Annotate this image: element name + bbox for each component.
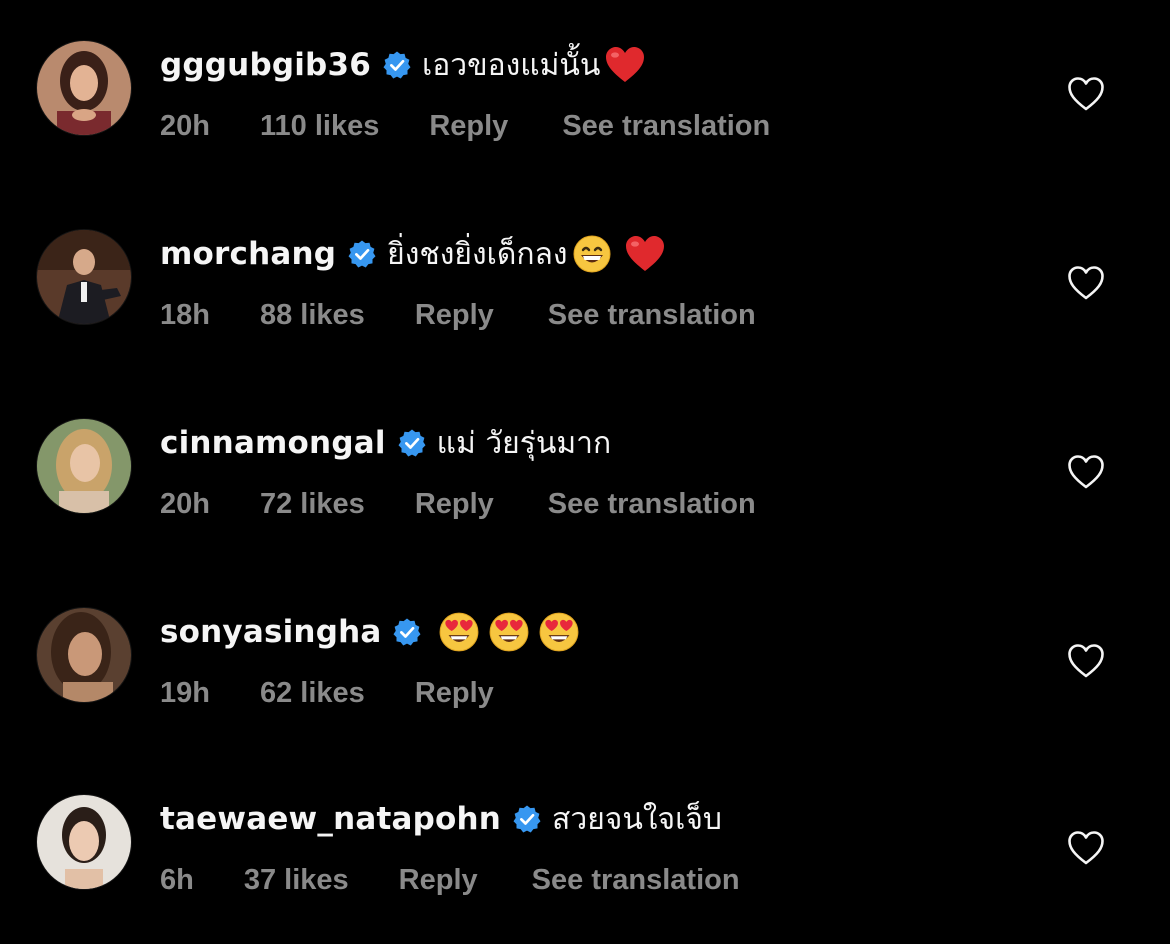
red-heart-emoji-icon — [624, 234, 666, 274]
heart-eyes-face-emoji-icon — [438, 611, 480, 653]
avatar[interactable] — [37, 795, 131, 889]
username[interactable]: cinnamongal — [160, 425, 386, 461]
username[interactable]: gggubgib36 — [160, 47, 371, 83]
comment-item: gggubgib36 เอวของแม่นั้น 20h 110 likes R… — [0, 0, 1170, 150]
comment-time: 6h — [160, 863, 194, 896]
red-heart-emoji-icon — [604, 45, 646, 85]
likes-count[interactable]: 110 likes — [260, 110, 379, 143]
username[interactable]: morchang — [160, 236, 336, 272]
comment-time: 18h — [160, 298, 210, 331]
comment-time: 19h — [160, 676, 210, 709]
verified-badge-icon — [512, 804, 542, 834]
see-translation-button[interactable]: See translation — [532, 864, 740, 897]
grinning-face-emoji-icon — [572, 234, 612, 274]
see-translation-button[interactable]: See translation — [562, 110, 770, 143]
comment-text: สวยจนใจเจ็บ — [552, 801, 722, 837]
reply-button[interactable]: Reply — [415, 299, 494, 332]
comment-text: ยิ่งชงยิ่งเด็กลง — [387, 236, 568, 272]
see-translation-button[interactable]: See translation — [548, 488, 756, 521]
verified-badge-icon — [392, 617, 422, 647]
comment-item: sonyasingha 19h 62 likes Reply — [0, 567, 1170, 717]
avatar[interactable] — [37, 608, 131, 702]
comment-item: morchang ยิ่งชงยิ่งเด็กลง 18h 88 likes R… — [0, 189, 1170, 339]
verified-badge-icon — [347, 239, 377, 269]
verified-badge-icon — [382, 50, 412, 80]
like-heart-icon[interactable] — [1067, 454, 1105, 490]
comment-text: แม่ วัยรุ่นมาก — [436, 425, 612, 461]
reply-button[interactable]: Reply — [415, 677, 494, 710]
likes-count[interactable]: 37 likes — [244, 864, 349, 897]
comment-item: cinnamongal แม่ วัยรุ่นมาก 20h 72 likes … — [0, 378, 1170, 528]
see-translation-button[interactable]: See translation — [548, 299, 756, 332]
like-heart-icon[interactable] — [1067, 76, 1105, 112]
heart-eyes-face-emoji-icon — [488, 611, 530, 653]
comment-item: taewaew_natapohn สวยจนใจเจ็บ 6h 37 likes… — [0, 754, 1170, 904]
comment-time: 20h — [160, 487, 210, 520]
avatar[interactable] — [37, 230, 131, 324]
avatar[interactable] — [37, 419, 131, 513]
likes-count[interactable]: 62 likes — [260, 677, 365, 710]
heart-eyes-face-emoji-icon — [538, 611, 580, 653]
comment-text: เอวของแม่นั้น — [421, 47, 601, 83]
verified-badge-icon — [397, 428, 427, 458]
avatar[interactable] — [37, 41, 131, 135]
comment-time: 20h — [160, 109, 210, 142]
reply-button[interactable]: Reply — [399, 864, 478, 897]
likes-count[interactable]: 88 likes — [260, 299, 365, 332]
username[interactable]: sonyasingha — [160, 614, 381, 650]
like-heart-icon[interactable] — [1067, 265, 1105, 301]
reply-button[interactable]: Reply — [415, 488, 494, 521]
like-heart-icon[interactable] — [1067, 643, 1105, 679]
reply-button[interactable]: Reply — [429, 110, 508, 143]
likes-count[interactable]: 72 likes — [260, 488, 365, 521]
username[interactable]: taewaew_natapohn — [160, 801, 501, 837]
like-heart-icon[interactable] — [1067, 830, 1105, 866]
